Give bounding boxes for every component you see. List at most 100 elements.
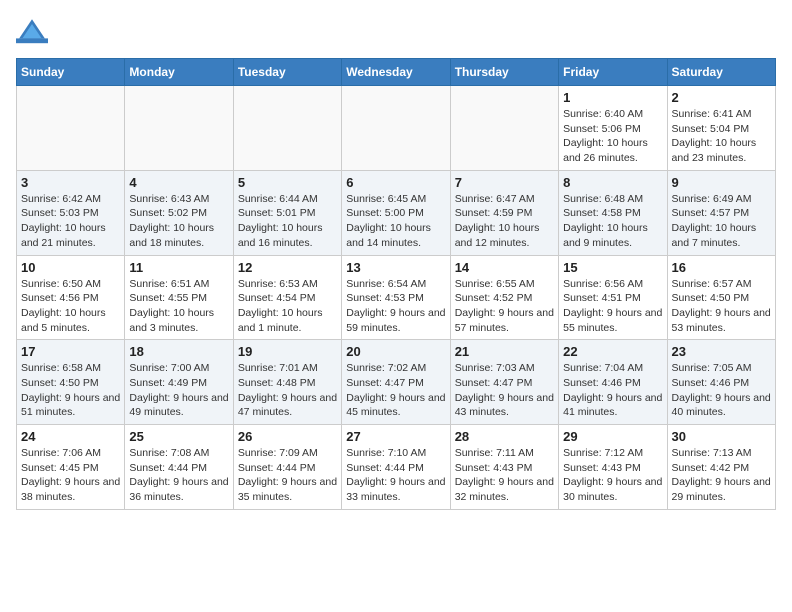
- day-number: 15: [563, 260, 662, 275]
- calendar-cell: 28 Sunrise: 7:11 AM Sunset: 4:43 PM Dayli…: [450, 425, 558, 510]
- calendar-cell: 6Sunrise: 6:45 AM Sunset: 5:00 PM Daylig…: [342, 170, 450, 255]
- day-header-thursday: Thursday: [450, 59, 558, 86]
- day-number: 14: [455, 260, 554, 275]
- day-number: 3: [21, 175, 120, 190]
- calendar-cell: 4 Sunrise: 6:43 AM Sunset: 5:02 PM Daylig…: [125, 170, 233, 255]
- day-number: 9: [672, 175, 771, 190]
- day-info: Sunrise: 6:45 AM Sunset: 5:00 PM Dayligh…: [346, 192, 445, 251]
- calendar-week-3: 10Sunrise: 6:50 AM Sunset: 4:56 PM Dayli…: [17, 255, 776, 340]
- calendar-header-row: SundayMondayTuesdayWednesdayThursdayFrid…: [17, 59, 776, 86]
- calendar-cell: 2 Sunrise: 6:41 AM Sunset: 5:04 PM Daylig…: [667, 86, 775, 171]
- day-info: Sunrise: 7:12 AM Sunset: 4:43 PM Dayligh…: [563, 446, 662, 505]
- calendar-cell: [125, 86, 233, 171]
- day-number: 27: [346, 429, 445, 444]
- calendar-cell: 18Sunrise: 7:00 AM Sunset: 4:49 PM Dayli…: [125, 340, 233, 425]
- calendar-cell: 16Sunrise: 6:57 AM Sunset: 4:50 PM Dayli…: [667, 255, 775, 340]
- day-number: 8: [563, 175, 662, 190]
- day-header-wednesday: Wednesday: [342, 59, 450, 86]
- day-header-friday: Friday: [559, 59, 667, 86]
- calendar-cell: 8 Sunrise: 6:48 AM Sunset: 4:58 PM Daylig…: [559, 170, 667, 255]
- day-info: Sunrise: 6:50 AM Sunset: 4:56 PM Dayligh…: [21, 277, 120, 336]
- day-number: 26: [238, 429, 337, 444]
- day-number: 4: [129, 175, 228, 190]
- day-number: 23: [672, 344, 771, 359]
- day-number: 21: [455, 344, 554, 359]
- calendar-week-5: 24 Sunrise: 7:06 AM Sunset: 4:45 PM Dayli…: [17, 425, 776, 510]
- calendar-cell: [342, 86, 450, 171]
- day-header-sunday: Sunday: [17, 59, 125, 86]
- calendar-cell: 25Sunrise: 7:08 AM Sunset: 4:44 PM Dayli…: [125, 425, 233, 510]
- calendar-cell: 23Sunrise: 7:05 AM Sunset: 4:46 PM Dayli…: [667, 340, 775, 425]
- day-number: 2: [672, 90, 771, 105]
- calendar-table: SundayMondayTuesdayWednesdayThursdayFrid…: [16, 58, 776, 510]
- calendar-cell: 15 Sunrise: 6:56 AM Sunset: 4:51 PM Dayli…: [559, 255, 667, 340]
- calendar-cell: 13 Sunrise: 6:54 AM Sunset: 4:53 PM Dayli…: [342, 255, 450, 340]
- calendar-cell: 11 Sunrise: 6:51 AM Sunset: 4:55 PM Dayli…: [125, 255, 233, 340]
- day-info: Sunrise: 6:41 AM Sunset: 5:04 PM Dayligh…: [672, 107, 771, 166]
- day-number: 29: [563, 429, 662, 444]
- day-info: Sunrise: 7:13 AM Sunset: 4:42 PM Dayligh…: [672, 446, 771, 505]
- day-info: Sunrise: 6:44 AM Sunset: 5:01 PM Dayligh…: [238, 192, 337, 251]
- calendar-cell: 1Sunrise: 6:40 AM Sunset: 5:06 PM Daylig…: [559, 86, 667, 171]
- calendar-cell: [233, 86, 341, 171]
- calendar-cell: 27 Sunrise: 7:10 AM Sunset: 4:44 PM Dayli…: [342, 425, 450, 510]
- day-info: Sunrise: 7:02 AM Sunset: 4:47 PM Dayligh…: [346, 361, 445, 420]
- day-number: 30: [672, 429, 771, 444]
- day-info: Sunrise: 7:00 AM Sunset: 4:49 PM Dayligh…: [129, 361, 228, 420]
- calendar-cell: 14 Sunrise: 6:55 AM Sunset: 4:52 PM Dayli…: [450, 255, 558, 340]
- day-info: Sunrise: 6:51 AM Sunset: 4:55 PM Dayligh…: [129, 277, 228, 336]
- day-number: 7: [455, 175, 554, 190]
- day-info: Sunrise: 6:57 AM Sunset: 4:50 PM Dayligh…: [672, 277, 771, 336]
- calendar-cell: 20 Sunrise: 7:02 AM Sunset: 4:47 PM Dayli…: [342, 340, 450, 425]
- logo-icon: [16, 16, 48, 48]
- page-header: [16, 16, 776, 48]
- day-info: Sunrise: 6:43 AM Sunset: 5:02 PM Dayligh…: [129, 192, 228, 251]
- calendar-cell: 21 Sunrise: 7:03 AM Sunset: 4:47 PM Dayli…: [450, 340, 558, 425]
- day-number: 13: [346, 260, 445, 275]
- day-info: Sunrise: 6:49 AM Sunset: 4:57 PM Dayligh…: [672, 192, 771, 251]
- calendar-cell: 24 Sunrise: 7:06 AM Sunset: 4:45 PM Dayli…: [17, 425, 125, 510]
- calendar-cell: 17 Sunrise: 6:58 AM Sunset: 4:50 PM Dayli…: [17, 340, 125, 425]
- day-info: Sunrise: 6:55 AM Sunset: 4:52 PM Dayligh…: [455, 277, 554, 336]
- calendar-week-2: 3 Sunrise: 6:42 AM Sunset: 5:03 PM Daylig…: [17, 170, 776, 255]
- day-number: 28: [455, 429, 554, 444]
- calendar-week-1: 1Sunrise: 6:40 AM Sunset: 5:06 PM Daylig…: [17, 86, 776, 171]
- calendar-cell: 22Sunrise: 7:04 AM Sunset: 4:46 PM Dayli…: [559, 340, 667, 425]
- calendar-week-4: 17 Sunrise: 6:58 AM Sunset: 4:50 PM Dayli…: [17, 340, 776, 425]
- day-header-saturday: Saturday: [667, 59, 775, 86]
- day-number: 11: [129, 260, 228, 275]
- day-info: Sunrise: 7:11 AM Sunset: 4:43 PM Dayligh…: [455, 446, 554, 505]
- calendar-cell: 7 Sunrise: 6:47 AM Sunset: 4:59 PM Daylig…: [450, 170, 558, 255]
- calendar-cell: 26 Sunrise: 7:09 AM Sunset: 4:44 PM Dayli…: [233, 425, 341, 510]
- calendar-cell: [450, 86, 558, 171]
- day-info: Sunrise: 6:53 AM Sunset: 4:54 PM Dayligh…: [238, 277, 337, 336]
- day-info: Sunrise: 7:09 AM Sunset: 4:44 PM Dayligh…: [238, 446, 337, 505]
- logo: [16, 16, 52, 48]
- day-number: 17: [21, 344, 120, 359]
- day-number: 20: [346, 344, 445, 359]
- calendar-cell: 10Sunrise: 6:50 AM Sunset: 4:56 PM Dayli…: [17, 255, 125, 340]
- calendar-cell: [17, 86, 125, 171]
- day-info: Sunrise: 7:03 AM Sunset: 4:47 PM Dayligh…: [455, 361, 554, 420]
- calendar-cell: 3 Sunrise: 6:42 AM Sunset: 5:03 PM Daylig…: [17, 170, 125, 255]
- calendar-cell: 12Sunrise: 6:53 AM Sunset: 4:54 PM Dayli…: [233, 255, 341, 340]
- day-header-tuesday: Tuesday: [233, 59, 341, 86]
- day-info: Sunrise: 7:04 AM Sunset: 4:46 PM Dayligh…: [563, 361, 662, 420]
- day-info: Sunrise: 6:42 AM Sunset: 5:03 PM Dayligh…: [21, 192, 120, 251]
- calendar-cell: 19 Sunrise: 7:01 AM Sunset: 4:48 PM Dayli…: [233, 340, 341, 425]
- day-info: Sunrise: 6:40 AM Sunset: 5:06 PM Dayligh…: [563, 107, 662, 166]
- day-number: 19: [238, 344, 337, 359]
- day-info: Sunrise: 6:48 AM Sunset: 4:58 PM Dayligh…: [563, 192, 662, 251]
- day-number: 24: [21, 429, 120, 444]
- day-info: Sunrise: 7:10 AM Sunset: 4:44 PM Dayligh…: [346, 446, 445, 505]
- calendar-cell: 30 Sunrise: 7:13 AM Sunset: 4:42 PM Dayli…: [667, 425, 775, 510]
- day-info: Sunrise: 7:08 AM Sunset: 4:44 PM Dayligh…: [129, 446, 228, 505]
- day-info: Sunrise: 6:47 AM Sunset: 4:59 PM Dayligh…: [455, 192, 554, 251]
- day-info: Sunrise: 6:58 AM Sunset: 4:50 PM Dayligh…: [21, 361, 120, 420]
- day-header-monday: Monday: [125, 59, 233, 86]
- calendar-cell: 5Sunrise: 6:44 AM Sunset: 5:01 PM Daylig…: [233, 170, 341, 255]
- day-info: Sunrise: 7:01 AM Sunset: 4:48 PM Dayligh…: [238, 361, 337, 420]
- day-info: Sunrise: 6:56 AM Sunset: 4:51 PM Dayligh…: [563, 277, 662, 336]
- day-info: Sunrise: 7:06 AM Sunset: 4:45 PM Dayligh…: [21, 446, 120, 505]
- day-info: Sunrise: 6:54 AM Sunset: 4:53 PM Dayligh…: [346, 277, 445, 336]
